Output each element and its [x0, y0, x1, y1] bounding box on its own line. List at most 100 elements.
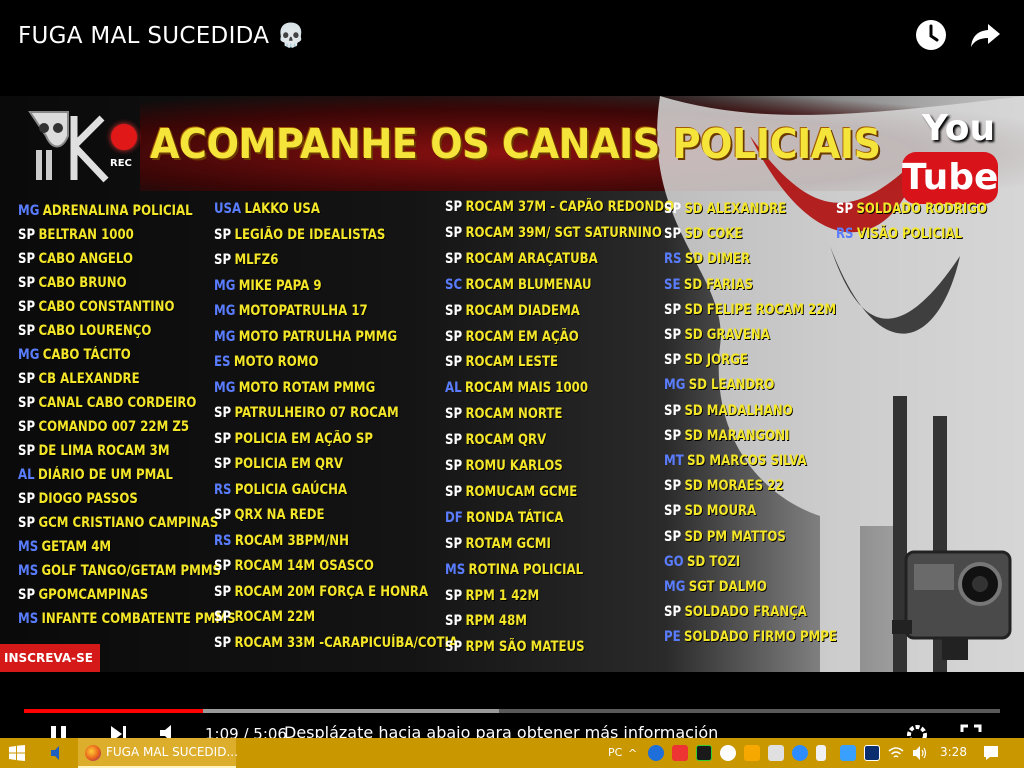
tray-teamviewer-icon[interactable]: [648, 745, 664, 761]
channel-state-code: RS: [214, 481, 232, 498]
channel-state-code: MG: [214, 303, 236, 319]
input-language-indicator[interactable]: PC: [608, 746, 622, 759]
channel-list-item: SP SD MARANGONI: [664, 427, 789, 445]
settings-gear-icon[interactable]: [906, 724, 928, 738]
channel-list-item: SP LEGIÃO DE IDEALISTAS: [214, 226, 385, 244]
channel-state-code: SP: [214, 558, 232, 574]
channel-state-code: SP: [664, 478, 682, 495]
channel-name: RPM 48M: [465, 613, 527, 630]
channel-state-code: SP: [445, 639, 463, 656]
channel-list-item: SE SD FARIAS: [664, 276, 753, 294]
channel-list-item: RS POLICIA GAÚCHA: [214, 481, 347, 499]
volume-icon[interactable]: [158, 724, 180, 738]
channel-name: SD MOURA: [684, 503, 757, 520]
channel-name: MIKE PAPA 9: [238, 277, 322, 294]
channel-state-code: MG: [214, 277, 236, 294]
channel-state-code: SP: [18, 275, 36, 291]
speaker-volume-icon[interactable]: [912, 745, 928, 761]
channel-state-code: SP: [664, 352, 682, 369]
channel-state-code: SP: [664, 503, 682, 520]
taskbar-browser-window[interactable]: FUGA MAL SUCEDID...: [78, 738, 238, 768]
channel-name: SD FELIPE ROCAM 22M: [684, 301, 837, 318]
channel-list-item: MG MOTOPATRULHA 17: [214, 302, 368, 320]
channel-state-code: RS: [836, 226, 854, 242]
channel-state-code: SP: [214, 226, 232, 243]
tray-network-drive-icon[interactable]: [768, 745, 784, 761]
wifi-icon[interactable]: [888, 745, 904, 761]
youtube-logo: You Tube: [898, 108, 1002, 206]
watch-later-icon[interactable]: [914, 18, 948, 52]
channel-name: ROMUCAM GCME: [465, 483, 578, 500]
channel-state-code: SP: [18, 443, 36, 459]
channel-state-code: MS: [18, 563, 39, 579]
tray-security-icon[interactable]: [672, 745, 688, 761]
rec-label: REC: [110, 158, 132, 169]
tray-utility-icon[interactable]: [744, 745, 760, 761]
video-title[interactable]: FUGA MAL SUCEDIDA 💀: [18, 22, 306, 49]
fullscreen-icon[interactable]: [960, 724, 982, 738]
channel-state-code: SP: [445, 302, 463, 319]
channel-name: ROTINA POLICIAL: [468, 561, 584, 578]
channel-list-item: SP ROCAM LESTE: [445, 353, 558, 371]
taskbar-app-label: FUGA MAL SUCEDID...: [106, 745, 238, 759]
banner-headline: ACOMPANHE OS CANAIS POLICIAIS: [150, 120, 881, 168]
channel-name: ADRENALINA POLICIAL: [42, 203, 193, 219]
player-controls: 1:09 / 5:06 Desplázate hacia abajo para …: [0, 672, 1024, 738]
channel-state-code: SP: [664, 226, 682, 243]
channel-state-code: SP: [445, 613, 463, 630]
channel-name: DIÁRIO DE UM PMAL: [37, 467, 173, 483]
channel-name: RPM SÃO MATEUS: [465, 639, 585, 656]
channel-list-item: PE SOLDADO FIRMO PMPE: [664, 628, 837, 646]
channel-name: POLICIA GAÚCHA: [234, 481, 348, 498]
pause-icon[interactable]: [48, 724, 70, 738]
tray-app-icon[interactable]: [696, 745, 712, 761]
channel-list-item: SP ROCAM 33M -CARAPICUÍBA/COTIA: [214, 634, 458, 652]
channel-name: SD FARIAS: [683, 276, 753, 293]
channel-name: ROCAM 39M/ SGT SATURNINO: [465, 224, 662, 241]
taskbar-clock[interactable]: 3:28: [940, 745, 967, 759]
channel-list-item: SP COMANDO 007 22M Z5: [18, 418, 189, 436]
channel-name: SD GRAVENA: [684, 327, 770, 343]
tray-app2-icon[interactable]: [864, 745, 880, 761]
channel-name: ROCAM 20M FORÇA E HONRA: [234, 583, 429, 600]
channel-name: MLFZ6: [234, 252, 279, 268]
channel-name: MOTO PATRULHA PMMG: [238, 328, 398, 345]
channel-list-item: DF RONDA TÁTICA: [445, 509, 563, 527]
channel-state-code: SP: [664, 604, 682, 621]
tray-usb-icon[interactable]: [816, 745, 826, 761]
channel-list-item: SP BELTRAN 1000: [18, 226, 134, 244]
tray-display-icon[interactable]: [840, 745, 856, 761]
channel-state-code: SP: [664, 427, 682, 444]
channel-list-item: MG MOTO ROTAM PMMG: [214, 379, 375, 397]
notification-center-icon[interactable]: [982, 744, 1000, 762]
channel-state-code: SP: [664, 402, 682, 419]
windows-start-icon[interactable]: [8, 744, 26, 762]
tray-zoom-icon[interactable]: [792, 745, 808, 761]
channel-name: ROCAM LESTE: [465, 354, 559, 371]
next-icon[interactable]: [108, 724, 130, 738]
channel-name: RPM 1 42M: [465, 587, 540, 604]
channel-state-code: SP: [214, 456, 232, 472]
channel-state-code: SP: [445, 199, 463, 215]
channel-state-code: SP: [18, 227, 36, 243]
channel-list-item: SC ROCAM BLUMENAU: [445, 276, 592, 294]
channel-list-item: SP PATRULHEIRO 07 ROCAM: [214, 404, 399, 422]
channel-state-code: MG: [214, 379, 236, 396]
share-icon[interactable]: [968, 18, 1002, 52]
channel-list-item: MS ROTINA POLICIAL: [445, 561, 583, 579]
channel-state-code: SP: [445, 483, 463, 500]
video-top-bar: FUGA MAL SUCEDIDA 💀: [0, 0, 1024, 96]
channel-name: SD MARANGONI: [684, 427, 790, 444]
channel-name: SGT DALMO: [688, 579, 767, 595]
channel-list-item: SP CABO LOURENÇO: [18, 322, 151, 340]
taskbar-pinned-audio-icon[interactable]: [48, 744, 66, 762]
tray-settings-icon[interactable]: [720, 745, 736, 761]
channel-name: CB ALEXANDRE: [38, 371, 140, 387]
progress-bar[interactable]: [24, 709, 1000, 713]
show-hidden-icons-chevron-icon[interactable]: ^: [628, 747, 637, 760]
channel-list-item: SP SD MORAES 22: [664, 477, 784, 495]
video-player-frame[interactable]: REC ACOMPANHE OS CANAIS POLICIAIS You Tu…: [0, 96, 1024, 672]
channel-state-code: DF: [445, 509, 463, 526]
channel-state-code: SP: [18, 323, 36, 339]
channel-list-item: SP ROTAM GCMI: [445, 535, 551, 553]
